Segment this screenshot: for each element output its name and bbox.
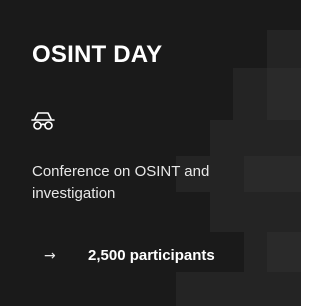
event-description: Conference on OSINT and investigation xyxy=(32,163,210,202)
arrow-right-icon: → xyxy=(44,247,56,264)
event-title: OSINT DAY xyxy=(32,41,163,68)
spy-glasses-icon xyxy=(31,112,55,130)
participants-count: 2,500 participants xyxy=(88,247,215,264)
participants-stat: → 2,500 participants xyxy=(44,247,215,264)
event-card[interactable]: OSINT DAY Conference on OSINT and invest… xyxy=(0,0,301,306)
